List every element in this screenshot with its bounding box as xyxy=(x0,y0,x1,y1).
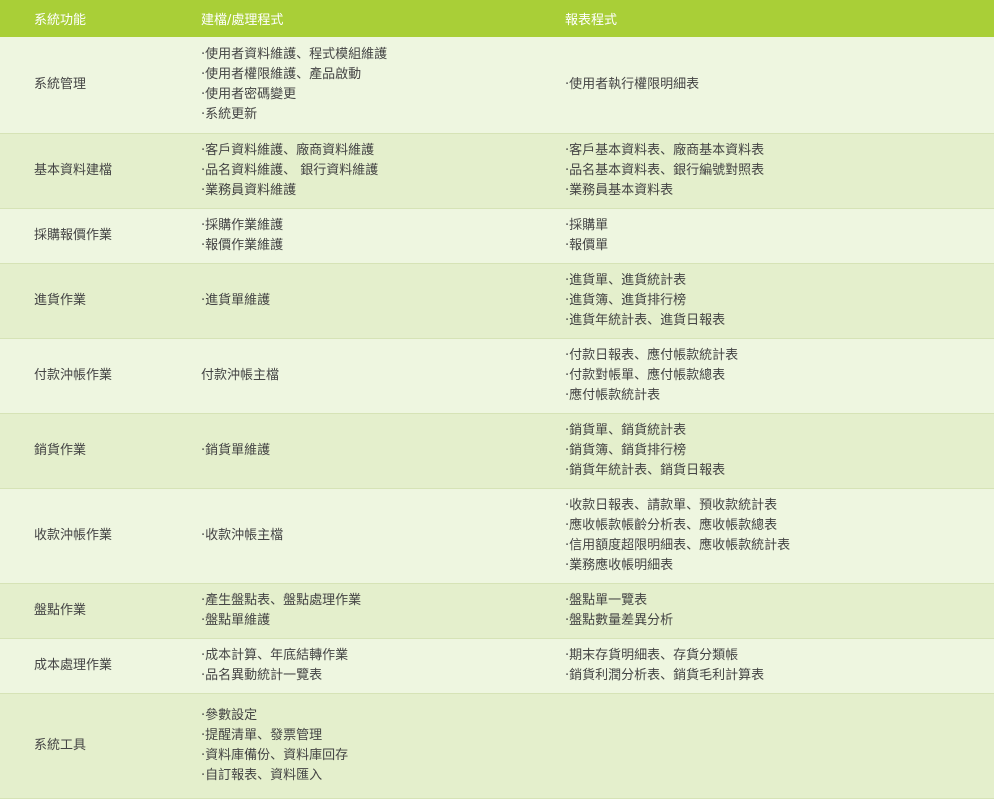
table-row: 系統工具 ·參數設定 ·提醒清單、發票管理 ·資料庫備份、資料庫回存 ·自訂報表、資料匯… xyxy=(0,693,994,798)
list-item: ·品名資料維護、 銀行資料維護 xyxy=(201,162,379,178)
list-item: ·進貨簿、進貨排行榜 xyxy=(565,292,687,308)
system-function-name: 收款沖帳作業 xyxy=(34,527,113,543)
report-program-list: ·客戶基本資料表、廠商基本資料表 ·品名基本資料表、銀行編號對照表 ·業務員基本資料… xyxy=(531,133,994,208)
system-function-name: 採購報價作業 xyxy=(34,227,113,243)
list-item: ·報價單 xyxy=(565,237,609,253)
build-program-list: ·銷貨單維護 xyxy=(167,413,531,488)
table-row: 進貨作業 ·進貨單維護 ·進貨單、進貨統計表 ·進貨簿、進貨排行榜 ·進貨年統計表、進貨… xyxy=(0,263,994,338)
list-item: ·進貨單維護 xyxy=(201,292,271,308)
list-item: ·使用者密碼變更 xyxy=(201,86,297,102)
list-item: ·使用者執行權限明細表 xyxy=(565,76,700,92)
table-row: 採購報價作業 ·採購作業維護 ·報價作業維護 ·採購單 ·報價單 xyxy=(0,208,994,263)
header-system-function: 系統功能 xyxy=(34,13,87,28)
list-item: ·業務員基本資料表 xyxy=(565,182,674,198)
list-item: ·盤點單維護 xyxy=(201,612,271,628)
table-row: 盤點作業 ·產生盤點表、盤點處理作業 ·盤點單維護 ·盤點單一覽表 ·盤點數量差異分析 xyxy=(0,583,994,638)
list-item: ·採購單 xyxy=(565,217,609,233)
report-program-list: ·銷貨單、銷貨統計表 ·銷貨簿、銷貨排行榜 ·銷貨年統計表、銷貨日報表 xyxy=(531,413,994,488)
list-item: ·提醒清單、發票管理 xyxy=(201,727,323,743)
list-item: ·業務應收帳明細表 xyxy=(565,557,674,573)
list-item: ·使用者權限維護、產品啟動 xyxy=(201,66,362,82)
header-row: 系統功能 建檔/處理程式 報表程式 xyxy=(0,0,994,37)
table-row: 銷貨作業 ·銷貨單維護 ·銷貨單、銷貨統計表 ·銷貨簿、銷貨排行榜 ·銷貨年統計表、銷貨… xyxy=(0,413,994,488)
list-item: ·銷貨簿、銷貨排行榜 xyxy=(565,442,687,458)
build-program-list: ·客戶資料維護、廠商資料維護 ·品名資料維護、 銀行資料維護 ·業務員資料維護 xyxy=(167,133,531,208)
list-item: ·客戶資料維護、廠商資料維護 xyxy=(201,142,375,158)
list-item: ·銷貨利潤分析表、銷貨毛利計算表 xyxy=(565,667,765,683)
list-item: ·產生盤點表、盤點處理作業 xyxy=(201,592,362,608)
list-item: ·進貨年統計表、進貨日報表 xyxy=(565,312,726,328)
list-item: ·應付帳款統計表 xyxy=(565,387,661,403)
report-program-list: ·採購單 ·報價單 xyxy=(531,208,994,263)
list-item: ·品名異動統計一覽表 xyxy=(201,667,323,683)
list-item: ·客戶基本資料表、廠商基本資料表 xyxy=(565,142,765,158)
system-function-name: 銷貨作業 xyxy=(34,442,87,458)
build-program-list: ·使用者資料維護、程式模組維護 ·使用者權限維護、產品啟動 ·使用者密碼變更 ·系統更… xyxy=(167,37,531,133)
report-program-list: ·使用者執行權限明細表 xyxy=(531,37,994,133)
system-function-name: 盤點作業 xyxy=(34,602,87,618)
list-item: ·報價作業維護 xyxy=(201,237,284,253)
header-build-programs: 建檔/處理程式 xyxy=(201,13,284,28)
build-program-list: ·成本計算、年底結轉作業 ·品名異動統計一覽表 xyxy=(167,638,531,693)
list-item: ·收款日報表、請款單、預收款統計表 xyxy=(565,497,778,513)
list-item: ·付款日報表、應付帳款統計表 xyxy=(565,347,739,363)
report-program-list: ·進貨單、進貨統計表 ·進貨簿、進貨排行榜 ·進貨年統計表、進貨日報表 xyxy=(531,263,994,338)
list-item: ·自訂報表、資料匯入 xyxy=(201,767,323,783)
system-function-name: 系統工具 xyxy=(34,737,87,753)
table-row: 收款沖帳作業 ·收款沖帳主檔 ·收款日報表、請款單、預收款統計表 ·應收帳款帳齡分析表… xyxy=(0,488,994,583)
table-row: 付款沖帳作業 付款沖帳主檔 ·付款日報表、應付帳款統計表 ·付款對帳單、應付帳款總表 ·… xyxy=(0,338,994,413)
build-program-list: ·採購作業維護 ·報價作業維護 xyxy=(167,208,531,263)
report-program-list: ·付款日報表、應付帳款統計表 ·付款對帳單、應付帳款總表 ·應付帳款統計表 xyxy=(531,338,994,413)
list-item: ·付款對帳單、應付帳款總表 xyxy=(565,367,726,383)
list-item: ·進貨單、進貨統計表 xyxy=(565,272,687,288)
list-item: 付款沖帳主檔 xyxy=(201,367,280,383)
list-item: ·品名基本資料表、銀行編號對照表 xyxy=(565,162,765,178)
system-function-name: 成本處理作業 xyxy=(34,657,113,673)
function-table: 系統功能 建檔/處理程式 報表程式 系統管理 ·使用者資料維護、程式模組維護 ·使用… xyxy=(0,0,994,799)
list-item: ·盤點數量差異分析 xyxy=(565,612,674,628)
table-header: 系統功能 建檔/處理程式 報表程式 xyxy=(0,0,994,37)
table-body: 系統管理 ·使用者資料維護、程式模組維護 ·使用者權限維護、產品啟動 ·使用者密碼變更… xyxy=(0,37,994,798)
report-program-list: ·收款日報表、請款單、預收款統計表 ·應收帳款帳齡分析表、應收帳款總表 ·信用額度超… xyxy=(531,488,994,583)
table-row: 基本資料建檔 ·客戶資料維護、廠商資料維護 ·品名資料維護、 銀行資料維護 ·業務員資… xyxy=(0,133,994,208)
list-item: ·資料庫備份、資料庫回存 xyxy=(201,747,349,763)
list-item: ·系統更新 xyxy=(201,106,258,122)
report-program-list: ·盤點單一覽表 ·盤點數量差異分析 xyxy=(531,583,994,638)
list-item: ·銷貨年統計表、銷貨日報表 xyxy=(565,462,726,478)
list-item: ·業務員資料維護 xyxy=(201,182,297,198)
list-item: ·信用額度超限明細表、應收帳款統計表 xyxy=(565,537,791,553)
list-item: ·成本計算、年底結轉作業 xyxy=(201,647,349,663)
system-function-name: 系統管理 xyxy=(34,76,87,92)
list-item: ·使用者資料維護、程式模組維護 xyxy=(201,46,388,62)
list-item: ·銷貨單、銷貨統計表 xyxy=(565,422,687,438)
table-row: 系統管理 ·使用者資料維護、程式模組維護 ·使用者權限維護、產品啟動 ·使用者密碼變更… xyxy=(0,37,994,133)
build-program-list: ·產生盤點表、盤點處理作業 ·盤點單維護 xyxy=(167,583,531,638)
report-program-list xyxy=(531,693,994,798)
report-program-list: ·期末存貨明細表、存貨分類帳 ·銷貨利潤分析表、銷貨毛利計算表 xyxy=(531,638,994,693)
list-item: ·期末存貨明細表、存貨分類帳 xyxy=(565,647,739,663)
list-item: ·採購作業維護 xyxy=(201,217,284,233)
list-item: ·銷貨單維護 xyxy=(201,442,271,458)
header-report-programs: 報表程式 xyxy=(565,13,618,28)
list-item: ·盤點單一覽表 xyxy=(565,592,648,608)
list-item: ·收款沖帳主檔 xyxy=(201,527,284,543)
system-function-name: 付款沖帳作業 xyxy=(34,367,113,383)
build-program-list: ·參數設定 ·提醒清單、發票管理 ·資料庫備份、資料庫回存 ·自訂報表、資料匯入 xyxy=(167,693,531,798)
system-function-name: 基本資料建檔 xyxy=(34,162,113,178)
list-item: ·應收帳款帳齡分析表、應收帳款總表 xyxy=(565,517,778,533)
build-program-list: 付款沖帳主檔 xyxy=(167,338,531,413)
system-function-name: 進貨作業 xyxy=(34,292,87,308)
list-item: ·參數設定 xyxy=(201,707,258,723)
build-program-list: ·收款沖帳主檔 xyxy=(167,488,531,583)
table-row: 成本處理作業 ·成本計算、年底結轉作業 ·品名異動統計一覽表 ·期末存貨明細表、存貨分… xyxy=(0,638,994,693)
build-program-list: ·進貨單維護 xyxy=(167,263,531,338)
